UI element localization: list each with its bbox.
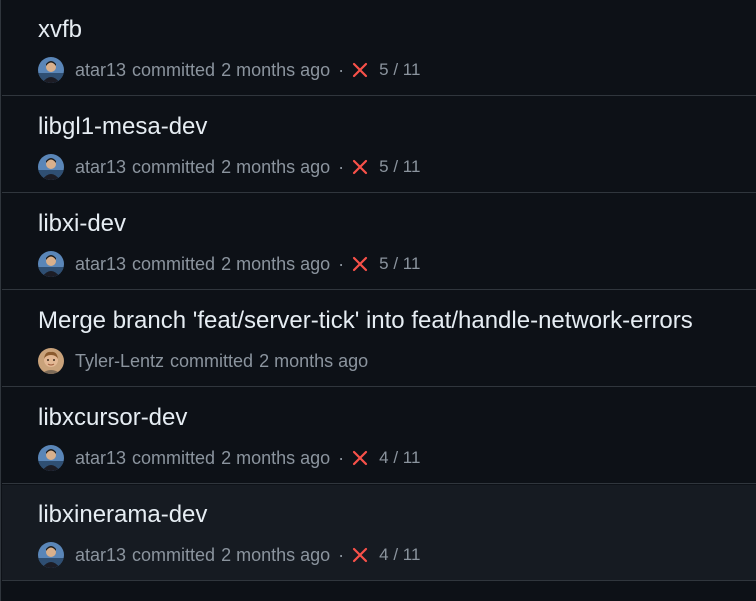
- author-avatar[interactable]: [38, 445, 64, 471]
- commit-time[interactable]: 2 months ago: [221, 254, 330, 275]
- author-link[interactable]: atar13: [75, 254, 126, 275]
- checks-count[interactable]: 5 / 11: [379, 254, 420, 274]
- commit-meta: Tyler-Lentz committed 2 months ago: [38, 348, 376, 374]
- commit-row[interactable]: xvfb atar13 committed 2 months ago · 5 /…: [2, 0, 756, 96]
- commit-row[interactable]: libxinerama-dev atar13 committed 2 month…: [2, 485, 756, 581]
- x-icon[interactable]: [351, 546, 369, 564]
- commit-meta: atar13 committed 2 months ago · 5 / 11: [38, 154, 420, 180]
- separator: ·: [338, 59, 345, 80]
- commit-verb: committed: [132, 59, 216, 80]
- commit-meta: atar13 committed 2 months ago · 4 / 11: [38, 445, 420, 471]
- commit-row[interactable]: libxcursor-dev atar13 committed 2 months…: [2, 388, 756, 484]
- separator: ·: [338, 447, 345, 468]
- author-link[interactable]: Tyler-Lentz: [75, 351, 164, 372]
- commit-title-link[interactable]: libxcursor-dev: [38, 404, 187, 432]
- commit-meta: atar13 committed 2 months ago · 4 / 11: [38, 542, 420, 568]
- commit-row[interactable]: Merge branch 'feat/server-tick' into fea…: [2, 291, 756, 387]
- author-link[interactable]: atar13: [75, 157, 126, 178]
- author-avatar[interactable]: [38, 57, 64, 83]
- commit-verb: committed: [132, 253, 216, 274]
- checks-count[interactable]: 4 / 11: [379, 448, 420, 468]
- commit-time[interactable]: 2 months ago: [221, 545, 330, 566]
- author-link[interactable]: atar13: [75, 448, 126, 469]
- commit-list: xvfb atar13 committed 2 months ago · 5 /…: [0, 0, 756, 601]
- commit-row[interactable]: libgl1-mesa-dev atar13 committed 2 month…: [2, 97, 756, 193]
- author-link[interactable]: atar13: [75, 545, 126, 566]
- commit-meta: atar13 committed 2 months ago · 5 / 11: [38, 57, 420, 83]
- x-icon[interactable]: [351, 61, 369, 79]
- commit-verb: committed: [132, 447, 216, 468]
- separator: ·: [338, 253, 345, 274]
- commit-verb: committed: [132, 156, 216, 177]
- commit-time[interactable]: 2 months ago: [221, 157, 330, 178]
- checks-count[interactable]: 5 / 11: [379, 157, 420, 177]
- commit-row[interactable]: libxi-dev atar13 committed 2 months ago …: [2, 194, 756, 290]
- x-icon[interactable]: [351, 158, 369, 176]
- commit-title-link[interactable]: xvfb: [38, 16, 82, 44]
- x-icon[interactable]: [351, 449, 369, 467]
- commit-title-link[interactable]: Merge branch 'feat/server-tick' into fea…: [38, 307, 693, 335]
- author-avatar[interactable]: [38, 154, 64, 180]
- checks-count[interactable]: 4 / 11: [379, 545, 420, 565]
- author-avatar[interactable]: [38, 542, 64, 568]
- commit-time[interactable]: 2 months ago: [221, 60, 330, 81]
- commit-time[interactable]: 2 months ago: [221, 448, 330, 469]
- commit-verb: committed: [132, 544, 216, 565]
- commit-verb: committed: [170, 350, 254, 371]
- checks-count[interactable]: 5 / 11: [379, 60, 420, 80]
- commit-title-link[interactable]: libxi-dev: [38, 210, 126, 238]
- author-avatar[interactable]: [38, 348, 64, 374]
- separator: ·: [338, 156, 345, 177]
- commit-time[interactable]: 2 months ago: [259, 351, 368, 372]
- commit-title-link[interactable]: libgl1-mesa-dev: [38, 113, 207, 141]
- commit-title-link[interactable]: libxinerama-dev: [38, 501, 207, 529]
- author-link[interactable]: atar13: [75, 60, 126, 81]
- x-icon[interactable]: [351, 255, 369, 273]
- separator: ·: [338, 544, 345, 565]
- commit-meta: atar13 committed 2 months ago · 5 / 11: [38, 251, 420, 277]
- author-avatar[interactable]: [38, 251, 64, 277]
